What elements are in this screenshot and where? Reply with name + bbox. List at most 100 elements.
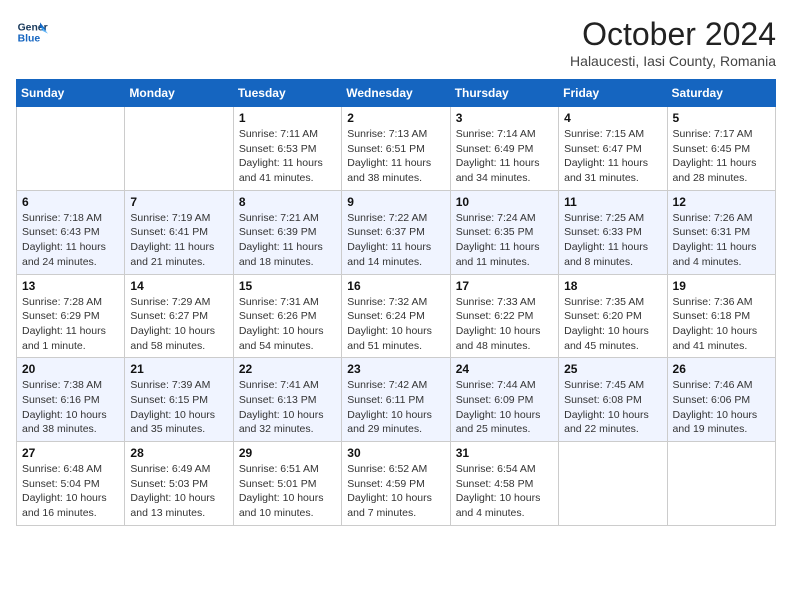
calendar-cell: 15 Sunrise: 7:31 AM Sunset: 6:26 PM Dayli… [233, 274, 341, 358]
calendar-cell: 18 Sunrise: 7:35 AM Sunset: 6:20 PM Dayli… [559, 274, 667, 358]
month-title: October 2024 [570, 16, 776, 53]
day-number: 24 [456, 362, 553, 376]
day-info: Sunrise: 7:42 AM Sunset: 6:11 PM Dayligh… [347, 378, 444, 437]
calendar-cell: 10Sunrise: 7:24 AM Sunset: 6:35 PM Dayli… [450, 190, 558, 274]
calendar-cell: 1 Sunrise: 7:11 AM Sunset: 6:53 PM Daylig… [233, 107, 341, 191]
calendar-cell [559, 442, 667, 526]
calendar-cell: 27 Sunrise: 6:48 AM Sunset: 5:04 PM Dayli… [17, 442, 125, 526]
day-number: 9 [347, 195, 444, 209]
weekday-header: Saturday [667, 80, 775, 107]
day-number: 29 [239, 446, 336, 460]
calendar-cell: 24 Sunrise: 7:44 AM Sunset: 6:09 PM Dayli… [450, 358, 558, 442]
day-info: Sunrise: 6:48 AM Sunset: 5:04 PM Dayligh… [22, 462, 119, 521]
calendar-cell [667, 442, 775, 526]
day-number: 21 [130, 362, 227, 376]
day-number: 3 [456, 111, 553, 125]
calendar-cell: 13Sunrise: 7:28 AM Sunset: 6:29 PM Dayli… [17, 274, 125, 358]
calendar-week-row: 20 Sunrise: 7:38 AM Sunset: 6:16 PM Dayli… [17, 358, 776, 442]
day-number: 23 [347, 362, 444, 376]
day-info: Sunrise: 7:33 AM Sunset: 6:22 PM Dayligh… [456, 295, 553, 354]
day-info: Sunrise: 7:13 AM Sunset: 6:51 PM Dayligh… [347, 127, 444, 186]
calendar-week-row: 13Sunrise: 7:28 AM Sunset: 6:29 PM Dayli… [17, 274, 776, 358]
day-number: 16 [347, 279, 444, 293]
day-info: Sunrise: 7:11 AM Sunset: 6:53 PM Dayligh… [239, 127, 336, 186]
day-number: 18 [564, 279, 661, 293]
calendar-cell [17, 107, 125, 191]
day-info: Sunrise: 6:51 AM Sunset: 5:01 PM Dayligh… [239, 462, 336, 521]
logo: General Blue [16, 16, 48, 48]
day-info: Sunrise: 7:25 AM Sunset: 6:33 PM Dayligh… [564, 211, 661, 270]
calendar-cell [125, 107, 233, 191]
calendar-cell: 28 Sunrise: 6:49 AM Sunset: 5:03 PM Dayli… [125, 442, 233, 526]
calendar-cell: 11 Sunrise: 7:25 AM Sunset: 6:33 PM Dayli… [559, 190, 667, 274]
calendar-cell: 14 Sunrise: 7:29 AM Sunset: 6:27 PM Dayli… [125, 274, 233, 358]
day-number: 11 [564, 195, 661, 209]
day-info: Sunrise: 7:22 AM Sunset: 6:37 PM Dayligh… [347, 211, 444, 270]
calendar-week-row: 6 Sunrise: 7:18 AM Sunset: 6:43 PM Daylig… [17, 190, 776, 274]
day-info: Sunrise: 7:31 AM Sunset: 6:26 PM Dayligh… [239, 295, 336, 354]
day-info: Sunrise: 7:38 AM Sunset: 6:16 PM Dayligh… [22, 378, 119, 437]
day-number: 17 [456, 279, 553, 293]
day-info: Sunrise: 7:14 AM Sunset: 6:49 PM Dayligh… [456, 127, 553, 186]
day-number: 12 [673, 195, 770, 209]
calendar-cell: 25Sunrise: 7:45 AM Sunset: 6:08 PM Dayli… [559, 358, 667, 442]
calendar-cell: 26Sunrise: 7:46 AM Sunset: 6:06 PM Dayli… [667, 358, 775, 442]
day-info: Sunrise: 7:35 AM Sunset: 6:20 PM Dayligh… [564, 295, 661, 354]
day-info: Sunrise: 7:39 AM Sunset: 6:15 PM Dayligh… [130, 378, 227, 437]
weekday-header: Sunday [17, 80, 125, 107]
calendar-cell: 4Sunrise: 7:15 AM Sunset: 6:47 PM Daylig… [559, 107, 667, 191]
day-number: 1 [239, 111, 336, 125]
day-number: 8 [239, 195, 336, 209]
calendar-table: SundayMondayTuesdayWednesdayThursdayFrid… [16, 79, 776, 526]
calendar-cell: 5Sunrise: 7:17 AM Sunset: 6:45 PM Daylig… [667, 107, 775, 191]
svg-text:Blue: Blue [18, 34, 41, 45]
day-number: 22 [239, 362, 336, 376]
calendar-cell: 8Sunrise: 7:21 AM Sunset: 6:39 PM Daylig… [233, 190, 341, 274]
day-info: Sunrise: 7:36 AM Sunset: 6:18 PM Dayligh… [673, 295, 770, 354]
day-number: 26 [673, 362, 770, 376]
day-number: 20 [22, 362, 119, 376]
calendar-cell: 23 Sunrise: 7:42 AM Sunset: 6:11 PM Dayli… [342, 358, 450, 442]
calendar-cell: 16 Sunrise: 7:32 AM Sunset: 6:24 PM Dayli… [342, 274, 450, 358]
day-info: Sunrise: 7:44 AM Sunset: 6:09 PM Dayligh… [456, 378, 553, 437]
day-info: Sunrise: 7:18 AM Sunset: 6:43 PM Dayligh… [22, 211, 119, 270]
day-number: 31 [456, 446, 553, 460]
calendar-cell: 17 Sunrise: 7:33 AM Sunset: 6:22 PM Dayli… [450, 274, 558, 358]
calendar-week-row: 27 Sunrise: 6:48 AM Sunset: 5:04 PM Dayli… [17, 442, 776, 526]
calendar-cell: 9 Sunrise: 7:22 AM Sunset: 6:37 PM Daylig… [342, 190, 450, 274]
day-number: 19 [673, 279, 770, 293]
calendar-header-row: SundayMondayTuesdayWednesdayThursdayFrid… [17, 80, 776, 107]
day-info: Sunrise: 6:52 AM Sunset: 4:59 PM Dayligh… [347, 462, 444, 521]
logo-icon: General Blue [16, 16, 48, 48]
calendar-cell: 12Sunrise: 7:26 AM Sunset: 6:31 PM Dayli… [667, 190, 775, 274]
day-info: Sunrise: 7:29 AM Sunset: 6:27 PM Dayligh… [130, 295, 227, 354]
calendar-cell: 19 Sunrise: 7:36 AM Sunset: 6:18 PM Dayli… [667, 274, 775, 358]
day-number: 28 [130, 446, 227, 460]
day-info: Sunrise: 7:41 AM Sunset: 6:13 PM Dayligh… [239, 378, 336, 437]
day-number: 6 [22, 195, 119, 209]
weekday-header: Wednesday [342, 80, 450, 107]
day-number: 2 [347, 111, 444, 125]
calendar-cell: 6 Sunrise: 7:18 AM Sunset: 6:43 PM Daylig… [17, 190, 125, 274]
calendar-cell: 21 Sunrise: 7:39 AM Sunset: 6:15 PM Dayli… [125, 358, 233, 442]
weekday-header: Monday [125, 80, 233, 107]
day-info: Sunrise: 7:32 AM Sunset: 6:24 PM Dayligh… [347, 295, 444, 354]
day-number: 14 [130, 279, 227, 293]
day-number: 5 [673, 111, 770, 125]
day-info: Sunrise: 7:24 AM Sunset: 6:35 PM Dayligh… [456, 211, 553, 270]
calendar-cell: 7Sunrise: 7:19 AM Sunset: 6:41 PM Daylig… [125, 190, 233, 274]
weekday-header: Tuesday [233, 80, 341, 107]
calendar-cell: 30 Sunrise: 6:52 AM Sunset: 4:59 PM Dayli… [342, 442, 450, 526]
day-number: 27 [22, 446, 119, 460]
day-info: Sunrise: 7:15 AM Sunset: 6:47 PM Dayligh… [564, 127, 661, 186]
calendar-cell: 22 Sunrise: 7:41 AM Sunset: 6:13 PM Dayli… [233, 358, 341, 442]
calendar-week-row: 1 Sunrise: 7:11 AM Sunset: 6:53 PM Daylig… [17, 107, 776, 191]
calendar-cell: 29 Sunrise: 6:51 AM Sunset: 5:01 PM Dayli… [233, 442, 341, 526]
day-info: Sunrise: 6:49 AM Sunset: 5:03 PM Dayligh… [130, 462, 227, 521]
calendar-cell: 20 Sunrise: 7:38 AM Sunset: 6:16 PM Dayli… [17, 358, 125, 442]
day-info: Sunrise: 7:28 AM Sunset: 6:29 PM Dayligh… [22, 295, 119, 354]
calendar-cell: 31Sunrise: 6:54 AM Sunset: 4:58 PM Dayli… [450, 442, 558, 526]
day-number: 30 [347, 446, 444, 460]
day-number: 15 [239, 279, 336, 293]
page-header: General Blue October 2024 Halaucesti, Ia… [16, 16, 776, 69]
